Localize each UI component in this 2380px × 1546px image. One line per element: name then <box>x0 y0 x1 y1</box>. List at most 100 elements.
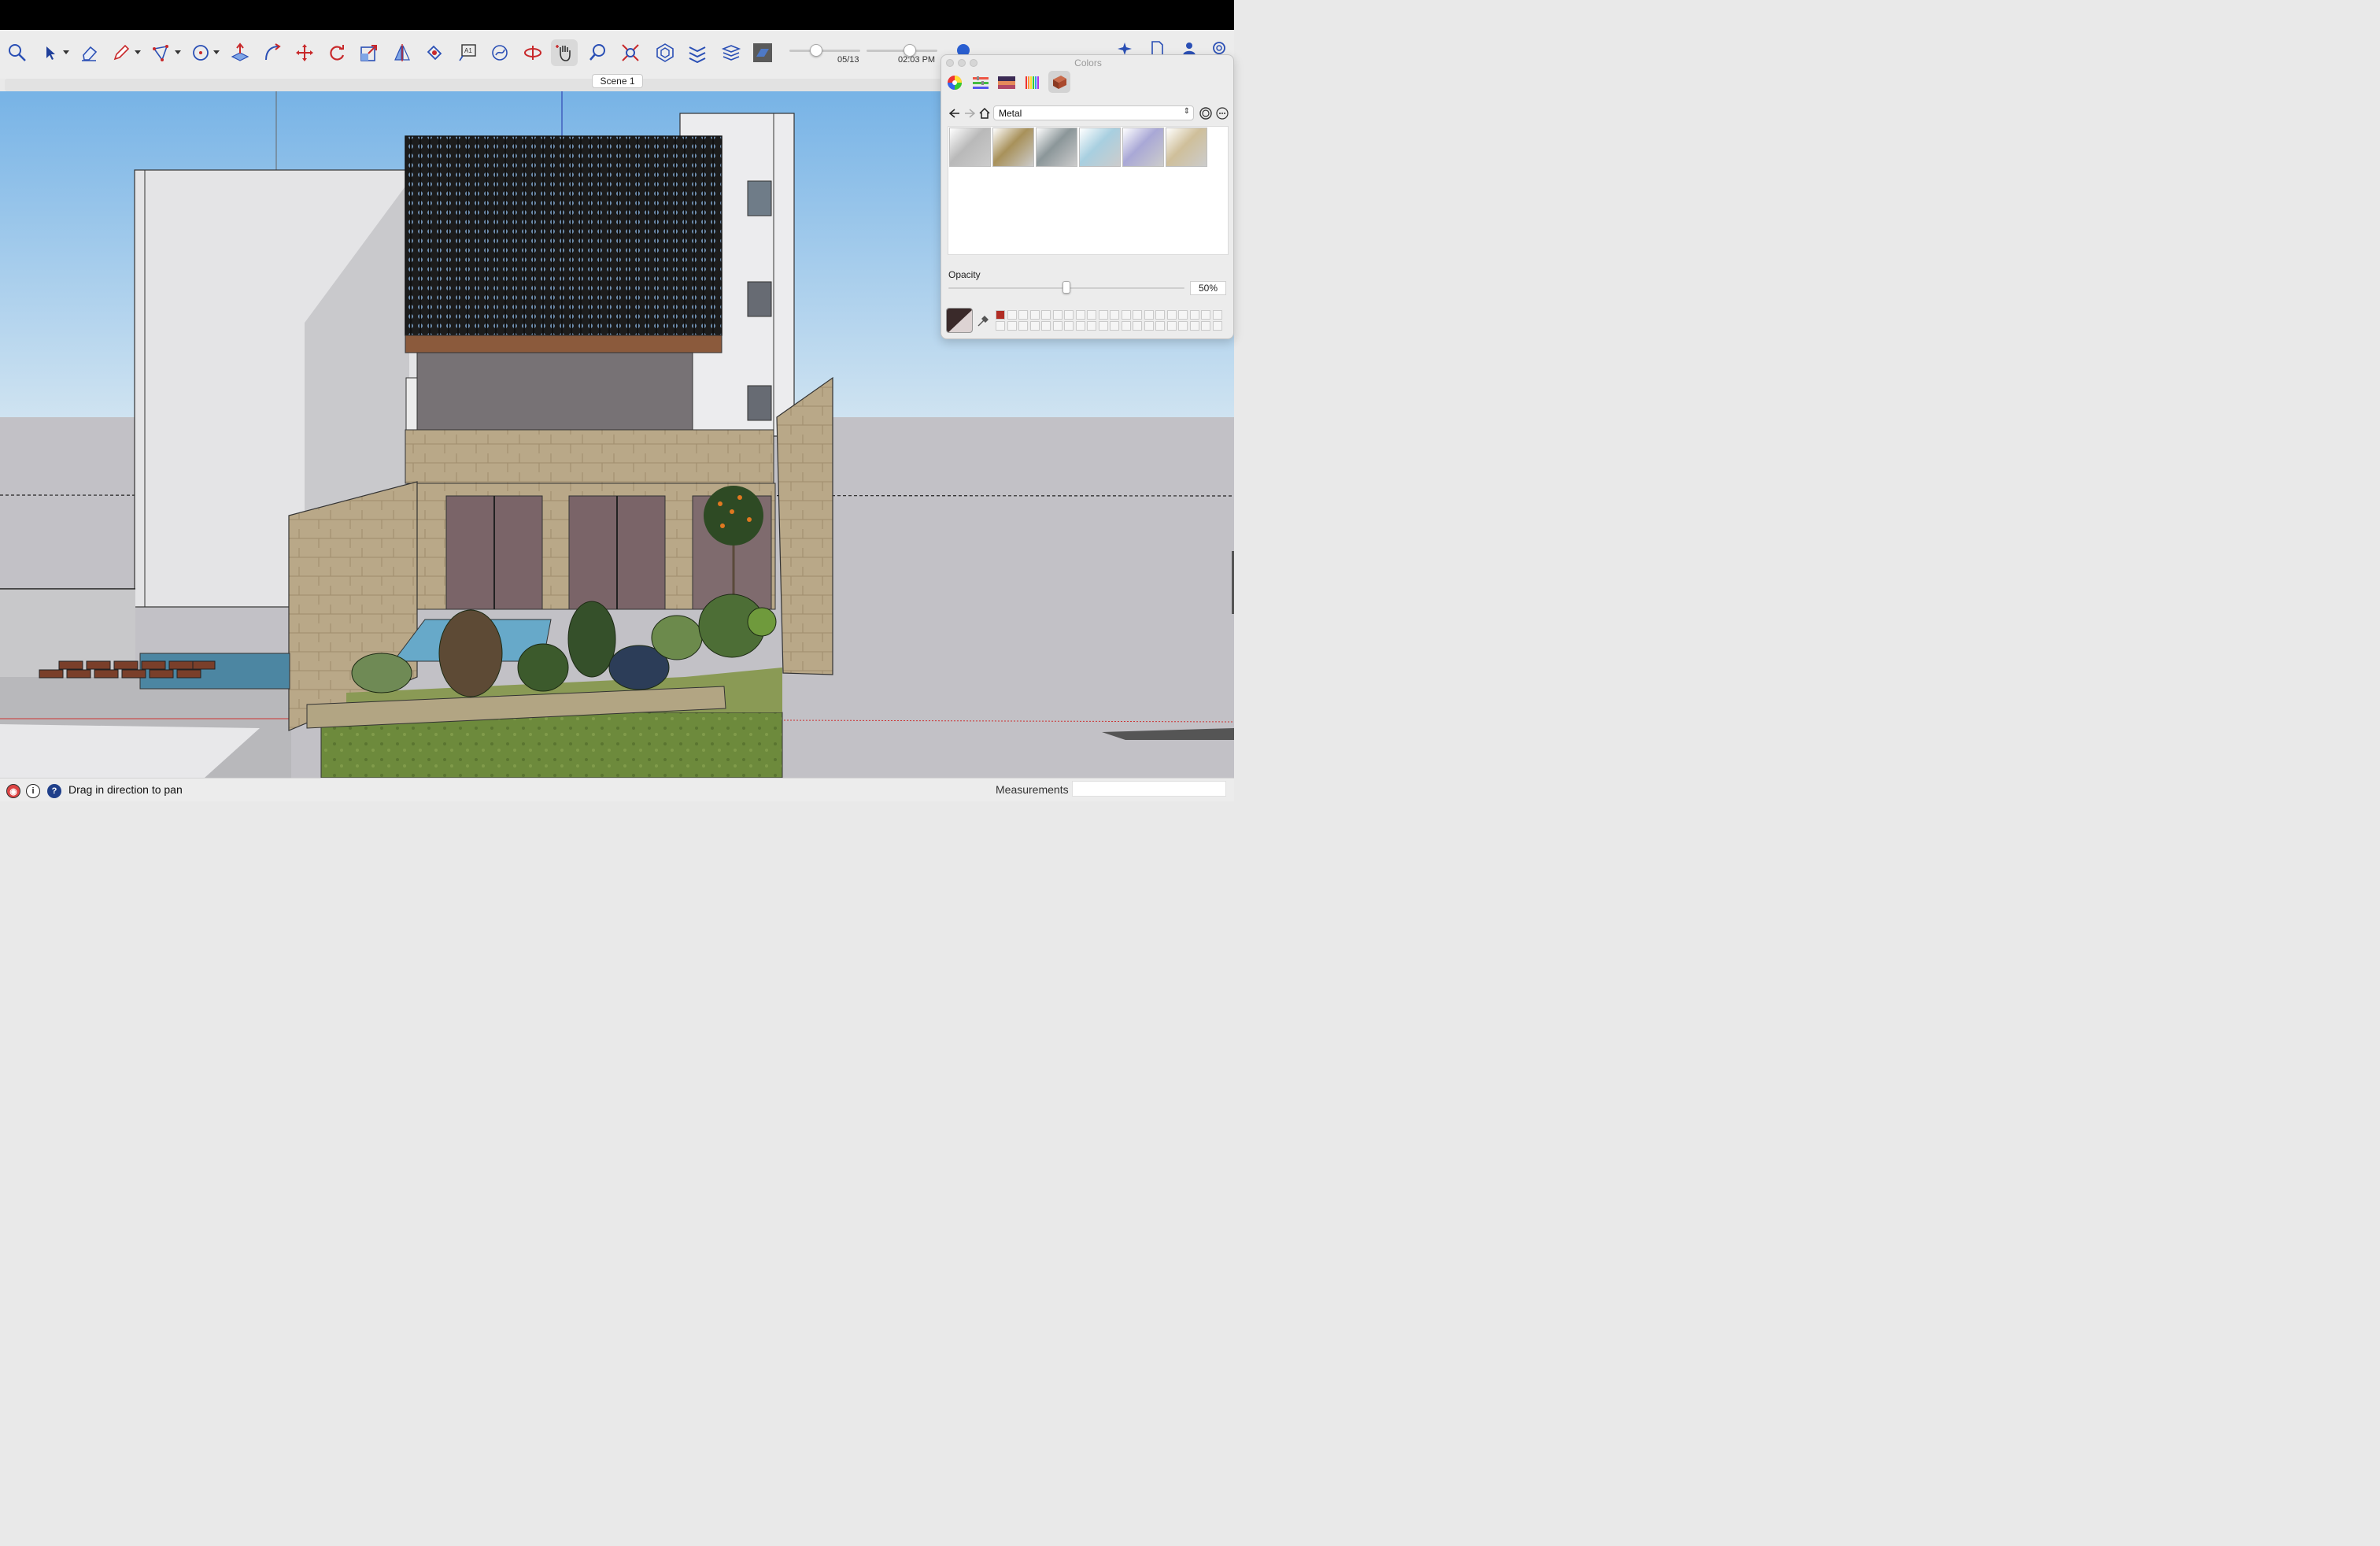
palette-cell[interactable] <box>1133 321 1142 331</box>
chevron-down-icon[interactable] <box>135 49 141 55</box>
back-arrow-icon[interactable] <box>948 107 961 120</box>
sparkle-icon[interactable] <box>1116 41 1133 55</box>
forward-arrow-icon[interactable] <box>963 107 976 120</box>
chevron-down-icon[interactable] <box>175 49 181 55</box>
palette-cell[interactable] <box>1166 310 1177 320</box>
material-swatch-metal-silver[interactable] <box>949 128 991 167</box>
palette-cell[interactable] <box>1121 310 1131 320</box>
palette-cell[interactable] <box>1018 310 1028 320</box>
material-swatch-metal-lavender-grid[interactable] <box>1122 128 1164 167</box>
palette-cell[interactable] <box>1121 321 1131 331</box>
palette-cell[interactable] <box>1075 310 1085 320</box>
shadow-time-slider[interactable] <box>867 50 937 52</box>
palette-cell[interactable] <box>1087 310 1096 320</box>
palette-cell[interactable] <box>996 321 1005 331</box>
palette-cell[interactable] <box>1064 310 1074 320</box>
geo-location-icon[interactable]: ◉ <box>6 784 20 798</box>
palette-cell[interactable] <box>1041 321 1051 331</box>
palette-cell[interactable] <box>1133 310 1142 320</box>
palette-cell[interactable] <box>1007 321 1017 331</box>
palette-cell[interactable] <box>1144 310 1154 320</box>
document-icon[interactable] <box>1148 41 1166 56</box>
image-palette-icon[interactable] <box>997 74 1016 91</box>
palette-cell[interactable] <box>1064 321 1074 331</box>
zoom-icon[interactable] <box>585 39 612 66</box>
color-sliders-icon[interactable] <box>971 74 990 91</box>
palette-cell[interactable] <box>1052 310 1062 320</box>
palette-cell[interactable] <box>1178 310 1188 320</box>
measurements-input[interactable] <box>1072 781 1226 797</box>
palette-cell[interactable] <box>1155 310 1165 320</box>
palette-cell[interactable] <box>1029 321 1040 331</box>
material-swatch-metal-pale-gold[interactable] <box>1166 128 1207 167</box>
palette-cell[interactable] <box>1212 321 1222 331</box>
opacity-slider-knob[interactable] <box>1062 281 1070 294</box>
shadow-date-slider-knob[interactable] <box>810 44 822 57</box>
opacity-value[interactable]: 50% <box>1190 281 1226 295</box>
palette-cell[interactable] <box>1189 321 1199 331</box>
move-icon[interactable] <box>291 39 318 66</box>
follow-me-icon[interactable] <box>259 39 286 66</box>
pencils-icon[interactable] <box>1023 74 1042 91</box>
home-icon[interactable] <box>978 107 991 120</box>
zoom-extents-icon[interactable] <box>617 39 644 66</box>
palette-cell[interactable] <box>996 310 1005 320</box>
pan-hand-icon[interactable] <box>551 39 578 66</box>
text-label-icon[interactable]: A1 <box>454 39 481 66</box>
more-options-icon[interactable] <box>1216 107 1229 120</box>
palette-cell[interactable] <box>1155 321 1165 331</box>
palette-cell[interactable] <box>1007 310 1017 320</box>
material-collection-select[interactable]: Metal ⇕ <box>993 105 1194 120</box>
flip-icon[interactable] <box>389 39 416 66</box>
offset-icon[interactable] <box>486 39 513 66</box>
palette-cell[interactable] <box>1075 321 1085 331</box>
scale-icon[interactable] <box>356 39 382 66</box>
search-icon[interactable] <box>4 39 31 66</box>
chevron-down-icon[interactable] <box>63 49 69 55</box>
palette-cell[interactable] <box>1144 321 1154 331</box>
eyedropper-icon[interactable] <box>976 314 990 328</box>
pencil-icon[interactable] <box>108 39 135 66</box>
palette-cell[interactable] <box>1178 321 1188 331</box>
material-swatch-metal-corrugated-blue[interactable] <box>1079 128 1121 167</box>
styles-icon[interactable] <box>749 39 776 66</box>
eraser-icon[interactable] <box>76 39 102 66</box>
layers-icon[interactable] <box>718 39 745 66</box>
palette-cell[interactable] <box>1052 321 1062 331</box>
section-plane-icon[interactable] <box>519 39 546 66</box>
palette-cell[interactable] <box>1110 310 1119 320</box>
user-icon[interactable] <box>1181 41 1198 55</box>
settings-icon[interactable] <box>1210 41 1228 55</box>
components-icon[interactable] <box>652 39 678 66</box>
chevron-down-icon[interactable] <box>213 49 220 55</box>
circle-icon[interactable] <box>187 39 214 66</box>
palette-cell[interactable] <box>1201 321 1210 331</box>
rotate-icon[interactable] <box>323 39 350 66</box>
palette-cell[interactable] <box>1166 321 1177 331</box>
polygon-icon[interactable] <box>148 39 175 66</box>
paint-bucket-icon[interactable] <box>421 39 448 66</box>
palette-cell[interactable] <box>1098 310 1108 320</box>
select-arrow-icon[interactable] <box>36 39 63 66</box>
palette-cell[interactable] <box>1212 310 1222 320</box>
tags-icon[interactable] <box>684 39 711 66</box>
palette-cell[interactable] <box>1098 321 1108 331</box>
palette-cell[interactable] <box>1189 310 1199 320</box>
palette-cell[interactable] <box>1029 310 1040 320</box>
palette-cell[interactable] <box>1110 321 1119 331</box>
current-color-swatch[interactable] <box>946 308 973 333</box>
palette-cell[interactable] <box>1041 310 1051 320</box>
palette-cell[interactable] <box>1018 321 1028 331</box>
model-materials-icon[interactable] <box>1199 107 1212 120</box>
help-icon[interactable]: ? <box>47 784 61 798</box>
tab-scene-1[interactable]: Scene 1 <box>592 74 643 88</box>
color-wheel-icon[interactable] <box>945 74 964 91</box>
material-swatch-metal-gold[interactable] <box>992 128 1034 167</box>
credits-info-icon[interactable]: i <box>26 784 40 798</box>
shadow-date-slider[interactable] <box>789 50 860 52</box>
push-pull-icon[interactable] <box>227 39 253 66</box>
palette-cell[interactable] <box>1201 310 1210 320</box>
extension-icon[interactable] <box>955 39 972 57</box>
palette-cell[interactable] <box>1087 321 1096 331</box>
materials-brick-icon[interactable] <box>1048 71 1070 93</box>
